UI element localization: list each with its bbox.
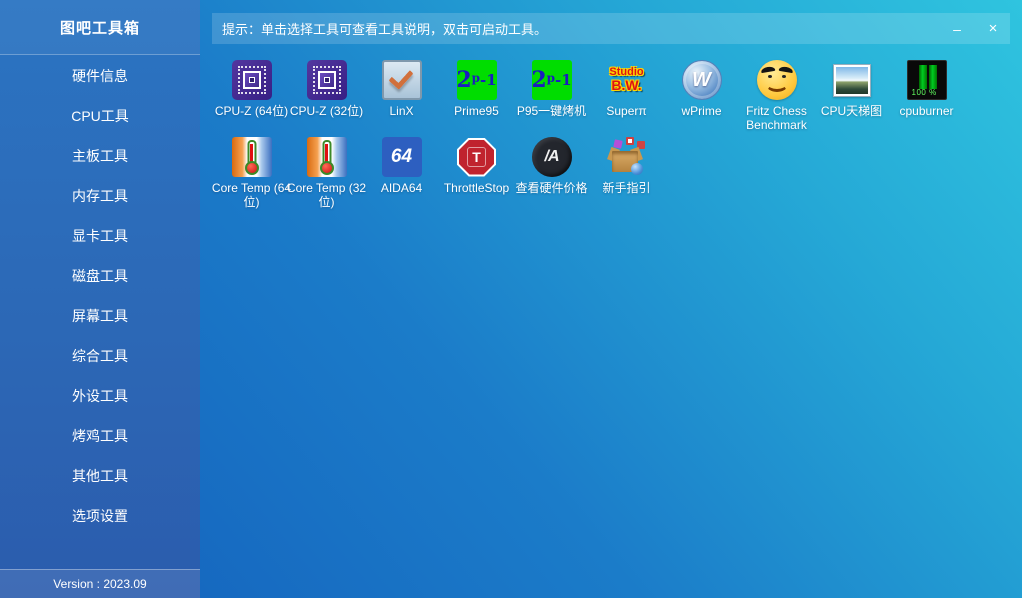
super-pi-icon: Studio B.W. [609, 65, 644, 94]
tool-aida64[interactable]: 64 AIDA64 [364, 137, 439, 214]
tool-cpu-ladder[interactable]: CPU天梯图 [814, 60, 889, 137]
sidebar-item-cpu-tools[interactable]: CPU工具 [0, 96, 200, 136]
tool-linx[interactable]: LinX [364, 60, 439, 137]
tool-p95-burnin[interactable]: 2 p -1 P95一键烤机 [514, 60, 589, 137]
aida64-icon: 64 [381, 137, 422, 177]
core-temp-thermometer-icon [306, 137, 347, 177]
tool-coretemp-64[interactable]: Core Temp (64位) [212, 137, 291, 214]
main-area: 提示：单击选择工具可查看工具说明，双击可启动工具。 – × CPU-Z (64位… [200, 0, 1022, 598]
tool-coretemp-32[interactable]: Core Temp (32位) [287, 137, 366, 214]
linx-checkmark-icon [381, 60, 422, 100]
tool-wprime[interactable]: W wPrime [664, 60, 739, 137]
tool-label: wPrime [681, 104, 722, 118]
hint-bar: 提示：单击选择工具可查看工具说明，双击可启动工具。 – × [212, 13, 1010, 44]
minimize-button[interactable]: – [940, 13, 974, 44]
sidebar-item-memory-tools[interactable]: 内存工具 [0, 176, 200, 216]
tool-price-check[interactable]: /A 查看硬件价格 [514, 137, 589, 214]
fritz-chess-smiley-icon [756, 60, 797, 100]
wprime-icon: W [681, 60, 722, 100]
tool-cpuburner[interactable]: 100 % cpuburner [889, 60, 964, 137]
close-button[interactable]: × [976, 13, 1010, 44]
sidebar-item-settings[interactable]: 选项设置 [0, 496, 200, 536]
tool-label: CPU-Z (64位) [214, 104, 289, 118]
tools-grid: CPU-Z (64位) CPU-Z (32位) LinX 2 p -1 Prime9… [212, 60, 974, 214]
app-title: 图吧工具箱 [0, 0, 200, 55]
tool-throttlestop[interactable]: T ThrottleStop [439, 137, 514, 214]
tool-label: 查看硬件价格 [515, 181, 588, 195]
sidebar-item-hardware-info[interactable]: 硬件信息 [0, 56, 200, 96]
tool-label: CPU天梯图 [820, 104, 883, 118]
tool-fritz-chess[interactable]: Fritz Chess Benchmark [739, 60, 814, 137]
tool-label: AIDA64 [380, 181, 423, 195]
sidebar-item-screen-tools[interactable]: 屏幕工具 [0, 296, 200, 336]
tool-cpuz-64[interactable]: CPU-Z (64位) [214, 60, 289, 137]
sidebar: 图吧工具箱 硬件信息 CPU工具 主板工具 内存工具 显卡工具 磁盘工具 屏幕工… [0, 0, 200, 598]
sidebar-item-gpu-tools[interactable]: 显卡工具 [0, 216, 200, 256]
sidebar-item-burnin-tools[interactable]: 烤鸡工具 [0, 416, 200, 456]
tool-cpuz-32[interactable]: CPU-Z (32位) [289, 60, 364, 137]
core-temp-thermometer-icon [231, 137, 272, 177]
tool-label: ThrottleStop [443, 181, 510, 195]
tool-label: P95一键烤机 [516, 104, 587, 118]
tool-label: Core Temp (64位) [211, 181, 292, 210]
cpu-z-icon [306, 60, 347, 100]
hint-text: 提示：单击选择工具可查看工具说明，双击可启动工具。 [222, 22, 548, 37]
app-window: 图吧工具箱 硬件信息 CPU工具 主板工具 内存工具 显卡工具 磁盘工具 屏幕工… [0, 0, 1022, 598]
tool-superpi[interactable]: Studio B.W. Superπ [589, 60, 664, 137]
sidebar-item-disk-tools[interactable]: 磁盘工具 [0, 256, 200, 296]
sidebar-item-peripheral-tools[interactable]: 外设工具 [0, 376, 200, 416]
tool-label: LinX [389, 104, 414, 118]
cpuburner-icon: 100 % [906, 60, 947, 100]
sidebar-item-motherboard-tools[interactable]: 主板工具 [0, 136, 200, 176]
newbie-guide-box-icon [606, 137, 647, 177]
price-check-icon: /A [531, 137, 572, 177]
tool-label: Superπ [606, 104, 647, 118]
sidebar-item-other-tools[interactable]: 其他工具 [0, 456, 200, 496]
cpu-ladder-picture-icon [832, 60, 872, 100]
tool-label: 新手指引 [602, 181, 651, 195]
version-label: Version : 2023.09 [0, 569, 200, 598]
prime95-icon: 2 p -1 [531, 60, 572, 100]
tool-label: Core Temp (32位) [286, 181, 367, 210]
tool-label: Prime95 [454, 104, 499, 118]
tool-prime95[interactable]: 2 p -1 Prime95 [439, 60, 514, 137]
throttlestop-stop-sign-icon: T [457, 137, 497, 177]
sidebar-menu: 硬件信息 CPU工具 主板工具 内存工具 显卡工具 磁盘工具 屏幕工具 综合工具… [0, 56, 200, 536]
tool-label: cpuburner [899, 104, 954, 118]
sidebar-item-general-tools[interactable]: 综合工具 [0, 336, 200, 376]
tool-label: CPU-Z (32位) [289, 104, 364, 118]
prime95-icon: 2 p -1 [456, 60, 497, 100]
tool-label: Fritz Chess Benchmark [746, 104, 807, 133]
cpu-z-icon [231, 60, 272, 100]
tool-newbie-guide[interactable]: 新手指引 [589, 137, 664, 214]
